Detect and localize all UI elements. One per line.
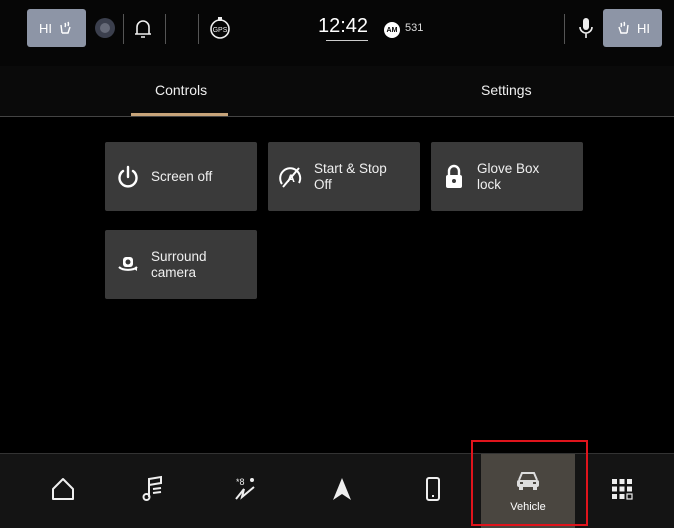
heated-seat-icon [58,19,74,38]
microphone-icon[interactable] [575,15,597,41]
tab-controls[interactable]: Controls [155,82,207,98]
start-stop-off-icon: A [268,164,314,190]
active-tab-indicator [131,113,228,116]
surround-camera-icon [105,252,151,278]
nav-media-button[interactable] [113,454,193,528]
notification-bell-icon[interactable] [131,17,155,41]
start-stop-label: Start & Stop Off [314,160,387,192]
radio-frequency: 531 [405,22,424,34]
nav-home-button[interactable] [23,454,103,528]
svg-text:*8: *8 [236,477,245,487]
climate-icon: *8 [230,475,260,508]
nav-apps-button[interactable] [582,454,662,528]
tab-bar: Controls Settings [0,66,674,117]
home-icon [50,476,76,507]
clock: 12:42 [318,15,369,37]
heated-seat-icon [615,19,631,38]
surround-camera-button[interactable]: Surround camera [105,230,257,299]
nav-phone-button[interactable] [393,454,473,528]
screen-off-label: Screen off [151,168,213,184]
vehicle-highlight-box [471,440,588,526]
phone-icon [425,476,441,507]
driver-assist-icon[interactable] [94,17,116,39]
driver-heat-level: HI [39,20,52,36]
nav-climate-button[interactable]: *8 [205,454,285,528]
gps-icon: GPS [206,14,234,42]
nav-navigation-button[interactable] [302,454,382,528]
tab-settings[interactable]: Settings [481,82,532,98]
divider [564,14,565,44]
surround-camera-label: Surround camera [151,248,207,280]
divider [165,14,166,44]
radio-band-badge: AM [384,22,400,38]
divider [123,14,124,44]
glove-box-label: Glove Box lock [477,160,540,192]
divider [198,14,199,44]
clock-underline [326,40,368,41]
music-icon [141,475,165,508]
svg-text:GPS: GPS [213,27,228,34]
screen-off-button[interactable]: Screen off [105,142,257,211]
navigation-icon [331,476,353,507]
driver-seat-heat-button[interactable]: HI [27,9,86,47]
passenger-heat-level: HI [637,20,650,36]
glove-box-lock-button[interactable]: Glove Box lock [431,142,583,211]
apps-grid-icon [611,478,633,505]
controls-panel: Screen off A Start & Stop Off Glove Box … [0,117,674,453]
power-icon [105,164,151,190]
start-stop-button[interactable]: A Start & Stop Off [268,142,420,211]
status-bar: HI GPS 12:42 AM 531 HI [0,0,674,66]
passenger-seat-heat-button[interactable]: HI [603,9,662,47]
lock-icon [431,163,477,191]
